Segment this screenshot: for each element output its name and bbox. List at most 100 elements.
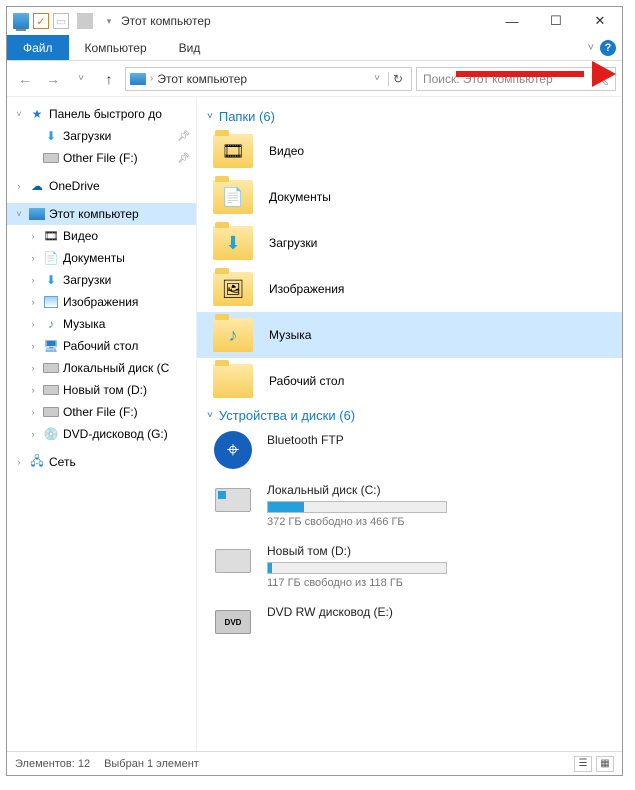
folder-icon: 🖼	[213, 272, 253, 306]
qat-dropdown-icon[interactable]: ▾	[101, 13, 117, 29]
disk-icon	[43, 153, 59, 163]
content-pane: ˅Папки (6) 🎞Видео 📄Документы ⬇Загрузки 🖼…	[197, 97, 622, 751]
capacity-bar	[267, 501, 447, 513]
section-folders[interactable]: ˅Папки (6)	[197, 105, 622, 128]
folder-documents[interactable]: 📄Документы	[197, 174, 622, 220]
desktop-icon: 🖥	[43, 338, 59, 354]
folder-images[interactable]: 🖼Изображения	[197, 266, 622, 312]
download-icon: ⬇	[43, 272, 59, 288]
nav-downloads[interactable]: ⬇ Загрузки 📌︎	[7, 125, 196, 147]
nav-music[interactable]: ›♪Музыка	[7, 313, 196, 335]
collapse-icon[interactable]: ˅	[13, 109, 25, 119]
drive-new-d[interactable]: Новый том (D:) 117 ГБ свободно из 118 ГБ	[197, 538, 622, 599]
pc-icon	[29, 208, 45, 220]
section-devices[interactable]: ˅Устройства и диски (6)	[197, 404, 622, 427]
folder-icon: ♪	[213, 318, 253, 352]
nav-quick-access[interactable]: ˅ ★ Панель быстрого до	[7, 103, 196, 125]
document-icon: 📄	[43, 250, 59, 266]
folder-downloads[interactable]: ⬇Загрузки	[197, 220, 622, 266]
drive-local-c[interactable]: Локальный диск (C:) 372 ГБ свободно из 4…	[197, 477, 622, 538]
cloud-icon: ☁	[29, 178, 45, 194]
nav-downloads2[interactable]: ›⬇Загрузки	[7, 269, 196, 291]
back-button[interactable]: ←	[13, 67, 37, 91]
search-input[interactable]: Поиск: Этот компьютер 🔍︎	[416, 67, 616, 91]
pin-icon: 📌︎	[177, 131, 190, 142]
star-icon: ★	[29, 106, 45, 122]
nav-images[interactable]: ›Изображения	[7, 291, 196, 313]
view-details-button[interactable]: ☰	[574, 756, 592, 772]
ribbon-collapse-icon[interactable]: ˅	[588, 42, 594, 54]
status-bar: Элементов: 12 Выбран 1 элемент ☰ ▦	[7, 751, 622, 775]
qat-checkbox-icon[interactable]: ✓	[33, 13, 49, 29]
nav-video[interactable]: ›🎞Видео	[7, 225, 196, 247]
view-icons-button[interactable]: ▦	[596, 756, 614, 772]
nav-local-c[interactable]: ›Локальный диск (C	[7, 357, 196, 379]
tab-file[interactable]: Файл	[7, 35, 69, 60]
music-icon: ♪	[43, 316, 59, 332]
close-button[interactable]: ✕	[578, 7, 622, 35]
dvd-icon: 💿	[43, 426, 59, 442]
nav-network[interactable]: ›🖧Сеть	[7, 451, 196, 473]
dvd-icon: DVD	[213, 605, 253, 639]
nav-documents[interactable]: ›📄Документы	[7, 247, 196, 269]
minimize-button[interactable]: —	[490, 7, 534, 35]
disk-icon	[213, 544, 253, 578]
status-item-count: Элементов: 12	[15, 758, 90, 770]
address-bar[interactable]: › Этот компьютер ˅ ↻	[125, 67, 412, 91]
search-icon[interactable]: 🔍︎	[594, 72, 609, 86]
folder-icon: 📄	[213, 180, 253, 214]
collapse-icon[interactable]: ˅	[13, 209, 25, 219]
tab-computer[interactable]: Компьютер	[69, 35, 163, 60]
drive-bluetooth[interactable]: ⌖ Bluetooth FTP	[197, 427, 622, 477]
folder-desktop[interactable]: Рабочий стол	[197, 358, 622, 404]
bluetooth-icon: ⌖	[214, 431, 252, 469]
network-icon: 🖧	[29, 454, 45, 470]
nav-desktop[interactable]: ›🖥Рабочий стол	[7, 335, 196, 357]
nav-other-f[interactable]: ›Other File (F:)	[7, 401, 196, 423]
image-icon	[43, 294, 59, 310]
disk-icon	[43, 407, 59, 417]
title-bar: ✓ ▭ ▾ Этот компьютер — ☐ ✕	[7, 7, 622, 35]
ribbon: Файл Компьютер Вид ˅ ?	[7, 35, 622, 61]
chevron-down-icon: ˅	[207, 410, 213, 421]
nav-this-pc[interactable]: ˅ Этот компьютер	[7, 203, 196, 225]
nav-onedrive[interactable]: › ☁ OneDrive	[7, 175, 196, 197]
pin-icon: 📌︎	[177, 153, 190, 164]
location-icon	[130, 73, 146, 85]
refresh-button[interactable]: ↻	[388, 72, 407, 86]
address-bar-row: ← → ˅ ↑ › Этот компьютер ˅ ↻ Поиск: Этот…	[7, 61, 622, 97]
status-selection: Выбран 1 элемент	[104, 758, 199, 770]
nav-dvd-g[interactable]: ›💿DVD-дисковод (G:)	[7, 423, 196, 445]
forward-button[interactable]: →	[41, 67, 65, 91]
navigation-pane: ˅ ★ Панель быстрого до ⬇ Загрузки 📌︎ Oth…	[7, 97, 197, 751]
expand-icon[interactable]: ›	[13, 181, 25, 191]
chevron-right-icon: ›	[150, 73, 153, 84]
disk-icon	[43, 363, 59, 373]
recent-dropdown[interactable]: ˅	[69, 67, 93, 91]
disk-icon	[213, 483, 253, 517]
breadcrumb[interactable]: Этот компьютер	[157, 72, 247, 86]
window-title: Этот компьютер	[121, 14, 211, 28]
nav-other-file[interactable]: Other File (F:) 📌︎	[7, 147, 196, 169]
video-icon: 🎞	[43, 228, 59, 244]
folder-video[interactable]: 🎞Видео	[197, 128, 622, 174]
maximize-button[interactable]: ☐	[534, 7, 578, 35]
qat-divider	[77, 13, 93, 29]
search-placeholder: Поиск: Этот компьютер	[423, 72, 553, 86]
disk-icon	[43, 385, 59, 395]
capacity-bar	[267, 562, 447, 574]
drive-dvd-e[interactable]: DVD DVD RW дисковод (E:)	[197, 599, 622, 649]
download-icon: ⬇	[43, 128, 59, 144]
folder-icon	[213, 364, 253, 398]
folder-icon: 🎞	[213, 134, 253, 168]
folder-icon: ⬇	[213, 226, 253, 260]
qat-doc-icon[interactable]: ▭	[53, 13, 69, 29]
address-dropdown-icon[interactable]: ˅	[370, 73, 384, 84]
tab-view[interactable]: Вид	[163, 35, 217, 60]
up-button[interactable]: ↑	[97, 67, 121, 91]
nav-new-d[interactable]: ›Новый том (D:)	[7, 379, 196, 401]
help-icon[interactable]: ?	[600, 40, 616, 56]
chevron-down-icon: ˅	[207, 111, 213, 122]
app-icon	[13, 13, 29, 29]
folder-music[interactable]: ♪Музыка	[197, 312, 622, 358]
